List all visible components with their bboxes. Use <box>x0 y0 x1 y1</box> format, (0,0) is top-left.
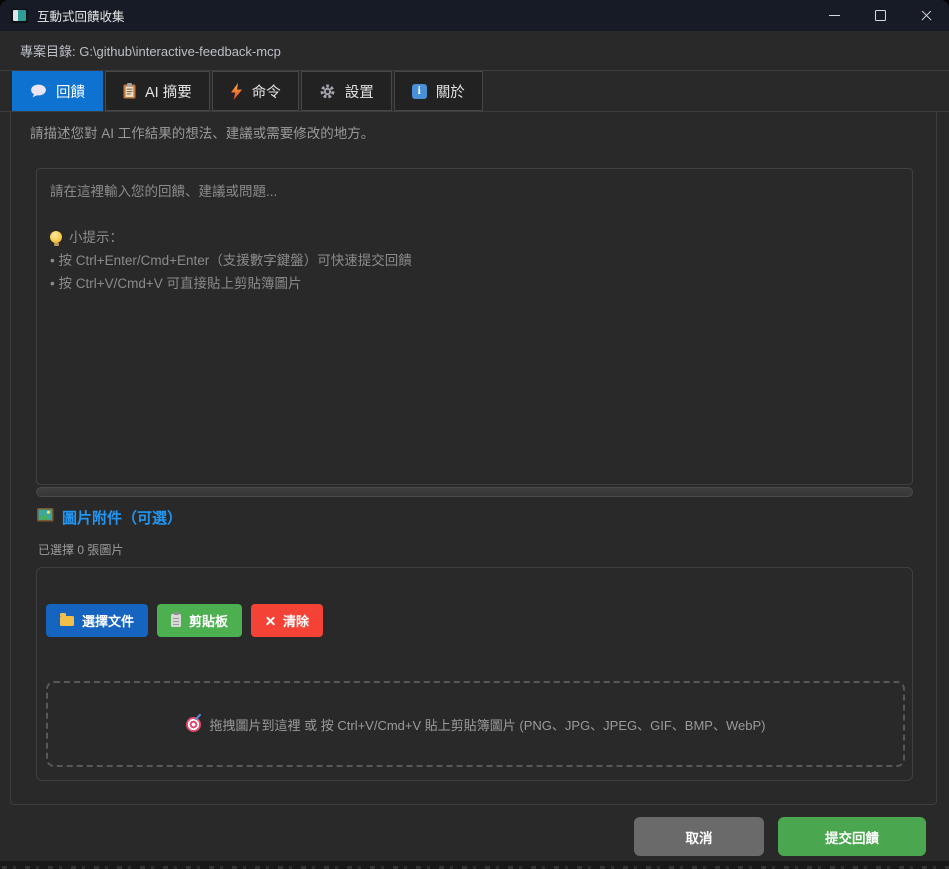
tab-settings-label: 設置 <box>345 81 374 102</box>
info-icon <box>412 84 427 99</box>
app-icon <box>11 9 28 23</box>
tab-command-label: 命令 <box>252 81 281 102</box>
lightning-icon <box>230 83 243 100</box>
folder-icon <box>60 616 74 626</box>
selected-count: 已選擇 0 張圖片 <box>38 541 123 558</box>
image-section-title: 圖片附件（可選） <box>62 507 182 528</box>
clipboard-icon <box>123 83 136 99</box>
clipboard-label: 剪貼板 <box>189 611 228 630</box>
close-icon <box>920 9 933 22</box>
app-window: 互動式回饋收集 專案目錄: G:\github\interactive-feed… <box>0 0 949 861</box>
dropzone-text: 拖拽圖片到這裡 或 按 Ctrl+V/Cmd+V 貼上剪貼簿圖片 (PNG、JP… <box>210 715 766 734</box>
window-controls <box>811 0 949 31</box>
speech-bubble-icon <box>30 84 47 98</box>
tab-about-label: 關於 <box>436 81 465 102</box>
minimize-button[interactable] <box>811 0 857 31</box>
tab-bar: 回饋 AI 摘要 命令 設置 關於 <box>0 71 949 112</box>
window-title: 互動式回饋收集 <box>37 6 125 25</box>
clear-button[interactable]: 清除 <box>251 604 323 637</box>
feedback-panel: 請描述您對 AI 工作結果的想法、建議或需要修改的地方。 請在這裡輸入您的回饋、… <box>10 112 937 805</box>
project-directory-bar: 專案目錄: G:\github\interactive-feedback-mcp <box>0 31 949 71</box>
tab-feedback-label: 回饋 <box>56 81 85 102</box>
x-icon <box>265 616 275 626</box>
title-bar: 互動式回饋收集 <box>0 0 949 31</box>
maximize-icon <box>875 10 886 21</box>
image-dropzone[interactable]: 拖拽圖片到這裡 或 按 Ctrl+V/Cmd+V 貼上剪貼簿圖片 (PNG、JP… <box>46 681 905 767</box>
feedback-textarea[interactable] <box>37 169 912 484</box>
clipboard-button[interactable]: 剪貼板 <box>157 604 242 637</box>
choose-file-label: 選擇文件 <box>82 611 134 630</box>
feedback-textarea-container: 請在這裡輸入您的回饋、建議或問題... 小提示： • 按 Ctrl+Enter/… <box>36 168 913 485</box>
target-icon <box>186 717 201 732</box>
clipboard-small-icon <box>171 614 181 627</box>
image-buttons-row: 選擇文件 剪貼板 清除 <box>46 604 323 637</box>
minimize-icon <box>829 15 840 16</box>
gear-icon <box>319 83 336 100</box>
close-button[interactable] <box>903 0 949 31</box>
image-attachments-groupbox: 選擇文件 剪貼板 清除 拖拽圖片到這裡 或 按 Ctrl+V/Cmd+V 貼上剪… <box>36 567 913 781</box>
clear-label: 清除 <box>283 611 309 630</box>
maximize-button[interactable] <box>857 0 903 31</box>
image-section-header: 圖片附件（可選） <box>37 507 182 528</box>
tab-feedback[interactable]: 回饋 <box>12 71 103 111</box>
feedback-description: 請描述您對 AI 工作結果的想法、建議或需要修改的地方。 <box>30 122 374 142</box>
picture-icon <box>37 508 54 527</box>
tab-settings[interactable]: 設置 <box>301 71 392 111</box>
background-window-sliver <box>0 861 949 869</box>
horizontal-scrollbar[interactable] <box>36 487 913 497</box>
tab-about[interactable]: 關於 <box>394 71 483 111</box>
tab-ai-summary[interactable]: AI 摘要 <box>105 71 210 111</box>
cancel-button[interactable]: 取消 <box>634 817 764 856</box>
submit-feedback-button[interactable]: 提交回饋 <box>778 817 926 856</box>
project-directory-label: 專案目錄: G:\github\interactive-feedback-mcp <box>20 41 281 60</box>
tab-command[interactable]: 命令 <box>212 71 299 111</box>
choose-file-button[interactable]: 選擇文件 <box>46 604 148 637</box>
tab-ai-summary-label: AI 摘要 <box>145 81 192 102</box>
